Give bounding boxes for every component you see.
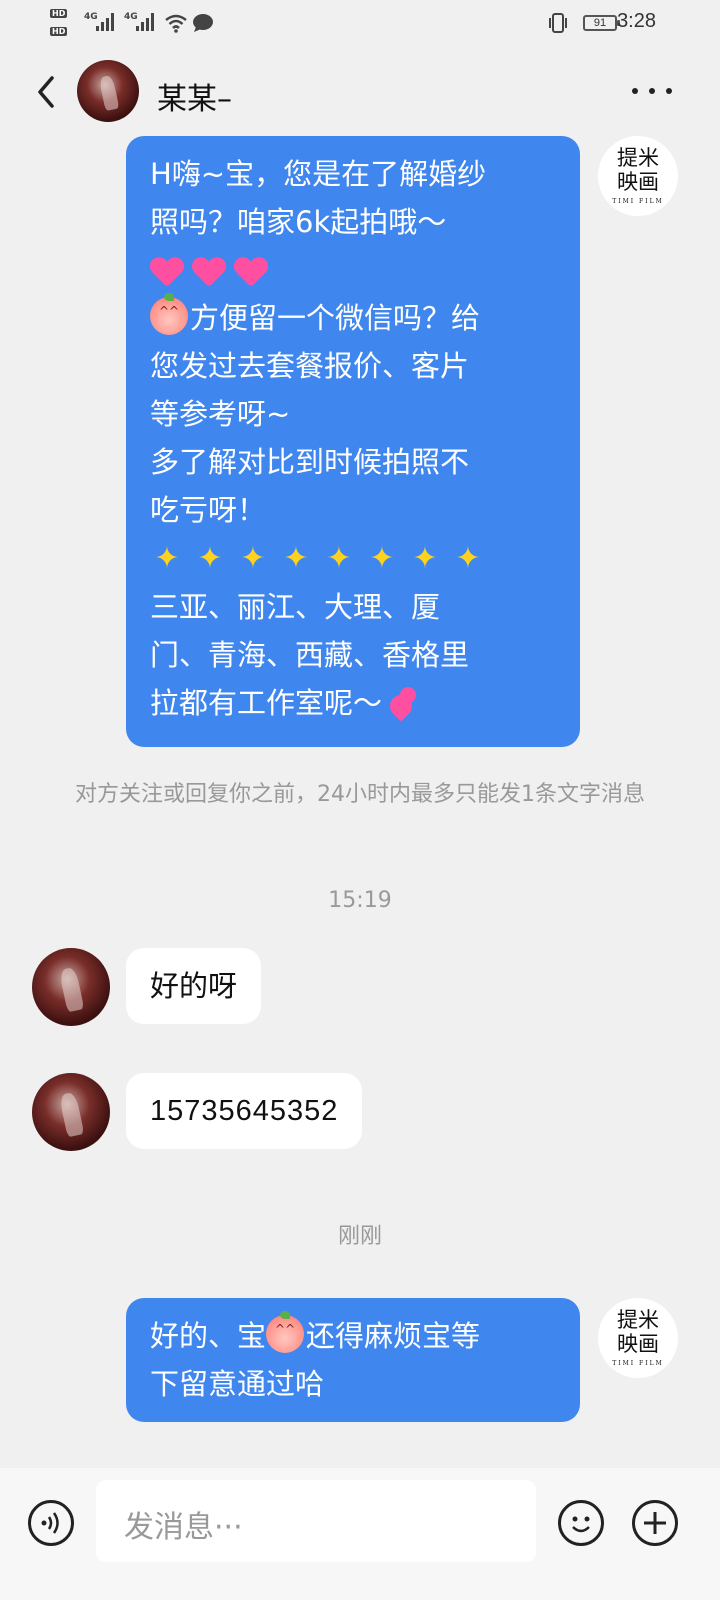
hd-indicator-2: HD xyxy=(50,27,68,36)
chevron-left-icon[interactable] xyxy=(32,72,60,112)
hd-indicator-1: HD xyxy=(50,9,68,18)
chat-header: 某某– xyxy=(0,46,720,136)
contact-name: 某某– xyxy=(157,82,232,117)
peach-sticker-icon xyxy=(150,293,188,335)
message-line: 吃亏呀！ xyxy=(150,493,267,527)
more-dots-icon[interactable] xyxy=(630,86,674,96)
sparkle-emoji-row: ✦ ✦ ✦ ✦ ✦ ✦ ✦ ✦ xyxy=(150,534,556,583)
sparkle-icon: ✦ xyxy=(412,541,438,576)
message-line: 照吗？咱家6k起拍哦～ xyxy=(150,205,447,239)
input-placeholder: 发消息··· xyxy=(124,1510,243,1545)
message-line: 多了解对比到时候拍照不 xyxy=(150,445,470,479)
brand-logo-avatar[interactable]: 提米 映画 TIMI FILM xyxy=(598,1298,678,1378)
two-hearts-icon xyxy=(385,683,422,722)
message-bubble-outgoing[interactable]: H嗨~宝，您是在了解婚纱 照吗？咱家6k起拍哦～ 方便留一个微信吗？给 您发过去… xyxy=(126,136,580,747)
system-notice: 对方关注或回复你之前，24小时内最多只能发1条文字消息 xyxy=(75,782,645,807)
signal-icon-1 xyxy=(96,13,116,31)
vibrate-icon xyxy=(549,13,567,33)
heart-emoji-row xyxy=(150,246,556,294)
input-bar: 发消息··· xyxy=(0,1468,720,1600)
smiley-icon[interactable] xyxy=(558,1500,604,1546)
message-line: 门、青海、西藏、香格里 xyxy=(150,638,470,672)
message-line: H嗨~宝，您是在了解婚纱 xyxy=(150,157,487,191)
timestamp: 刚刚 xyxy=(337,1224,382,1249)
sparkle-icon: ✦ xyxy=(369,541,395,576)
plus-icon[interactable] xyxy=(632,1500,678,1546)
message-bubble-outgoing[interactable]: 好的、宝还得麻烦宝等 下留意通过哈 xyxy=(126,1298,580,1422)
message-input[interactable]: 发消息··· xyxy=(96,1480,536,1562)
sparkle-icon: ✦ xyxy=(283,541,309,576)
clock: 3:28 xyxy=(617,10,656,32)
voice-icon[interactable] xyxy=(28,1500,74,1546)
heart-icon xyxy=(234,254,268,286)
peach-sticker-icon xyxy=(266,1311,305,1353)
message-bubble-incoming[interactable]: 15735645352 xyxy=(126,1073,363,1149)
message-line: 您发过去套餐报价、客片 xyxy=(150,349,470,383)
message-line: 等参考呀~ xyxy=(150,397,291,431)
heart-icon xyxy=(192,254,226,286)
message-bubble-incoming[interactable]: 好的呀 xyxy=(126,948,262,1024)
sparkle-icon: ✦ xyxy=(455,541,481,576)
heart-icon xyxy=(150,254,184,286)
battery-icon: 91 xyxy=(583,15,620,31)
brand-logo-avatar[interactable]: 提米 映画 TIMI FILM xyxy=(598,136,678,216)
message-line-with-emoji: 拉都有工作室呢～ xyxy=(150,679,556,727)
message-line-with-emoji: 好的、宝还得麻烦宝等 xyxy=(150,1311,556,1360)
message-notification-icon xyxy=(193,14,213,32)
timestamp: 15:19 xyxy=(328,888,392,913)
message-line: 下留意通过哈 xyxy=(150,1367,325,1401)
sparkle-icon: ✦ xyxy=(326,541,352,576)
sparkle-icon: ✦ xyxy=(240,541,266,576)
message-line: 三亚、丽江、大理、厦 xyxy=(150,590,441,624)
sparkle-icon: ✦ xyxy=(197,541,223,576)
status-bar: HD HD 4G 4G 91 3:28 xyxy=(0,0,720,46)
sparkle-icon: ✦ xyxy=(154,541,180,576)
contact-avatar[interactable] xyxy=(32,948,110,1026)
contact-avatar[interactable] xyxy=(32,1073,110,1151)
signal-icon-2 xyxy=(136,13,156,31)
wifi-icon xyxy=(165,14,187,33)
contact-avatar[interactable] xyxy=(77,60,139,122)
message-line-with-emoji: 方便留一个微信吗？给 xyxy=(150,293,556,342)
